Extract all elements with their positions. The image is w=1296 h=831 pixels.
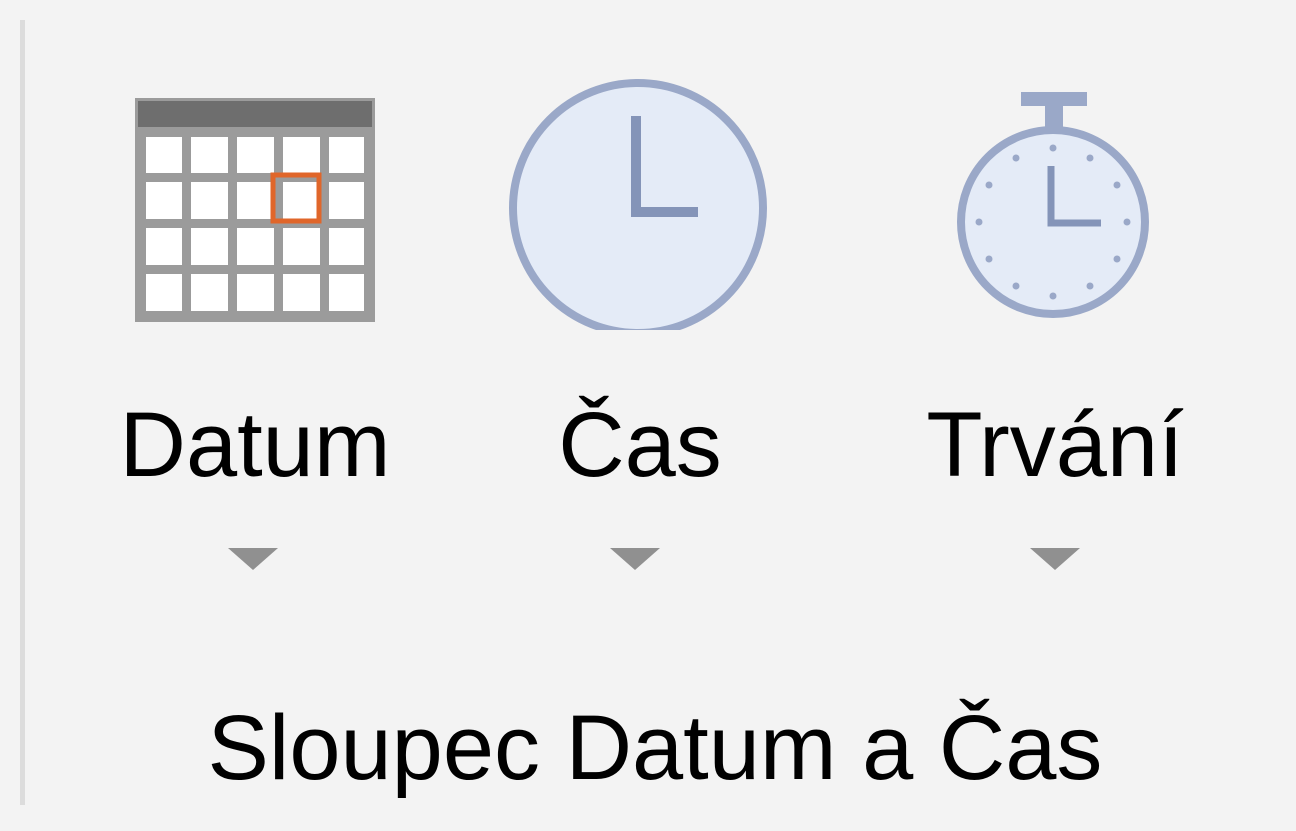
datum-button[interactable]: Datum — [105, 70, 405, 600]
trvani-button[interactable]: Trvání — [905, 70, 1205, 600]
clock-icon — [509, 79, 767, 330]
cas-dropdown-arrow-icon[interactable] — [610, 548, 660, 570]
group-separator — [20, 20, 25, 805]
stopwatch-icon — [957, 92, 1149, 318]
datum-dropdown-arrow-icon[interactable] — [228, 548, 278, 570]
datum-label: Datum — [119, 394, 391, 496]
trvani-label: Trvání — [926, 394, 1184, 496]
ribbon-group-date-time: Datum Čas Trvání Sloupec Datum a Čas — [0, 0, 1296, 831]
trvani-dropdown-arrow-icon[interactable] — [1030, 548, 1080, 570]
cas-button[interactable]: Čas — [470, 70, 810, 600]
calendar-icon — [135, 98, 375, 322]
group-title: Sloupec Datum a Čas — [207, 697, 1103, 799]
cas-label: Čas — [558, 394, 722, 496]
